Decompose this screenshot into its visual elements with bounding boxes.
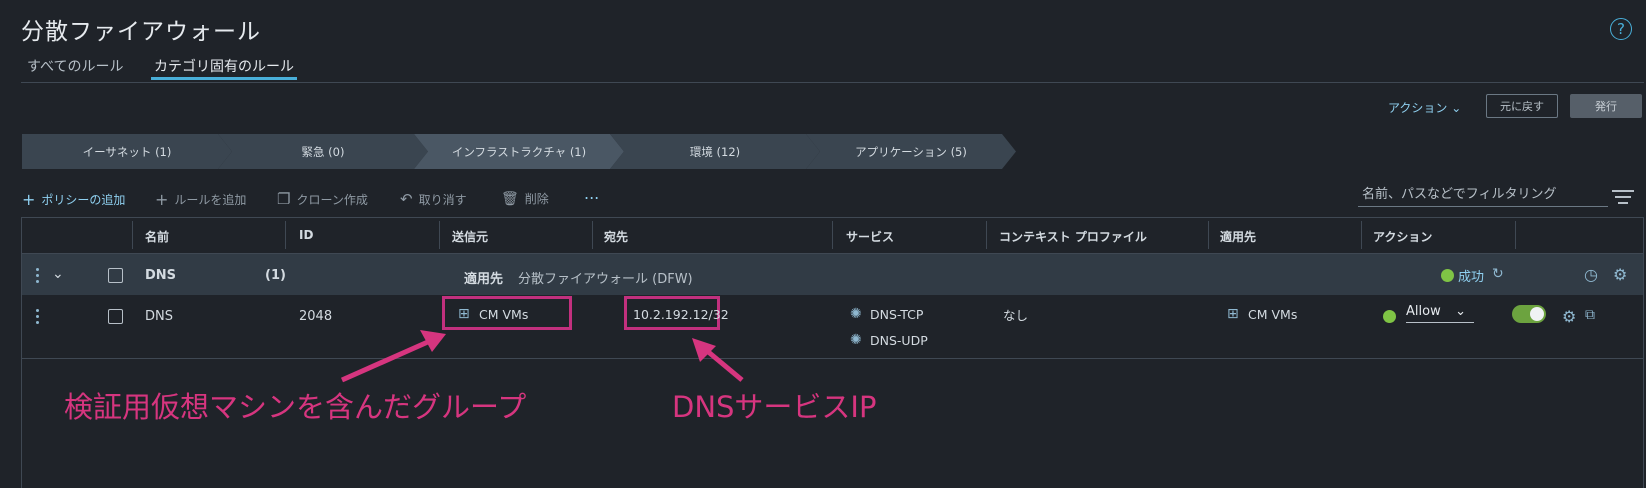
annotation-arrow-dns [704, 348, 744, 382]
annotation-dns-label: DNSサービスIP [672, 390, 877, 424]
annotation-arrow-group [340, 338, 432, 383]
annotation-group-label: 検証用仮想マシンを含んだグループ [64, 390, 527, 424]
